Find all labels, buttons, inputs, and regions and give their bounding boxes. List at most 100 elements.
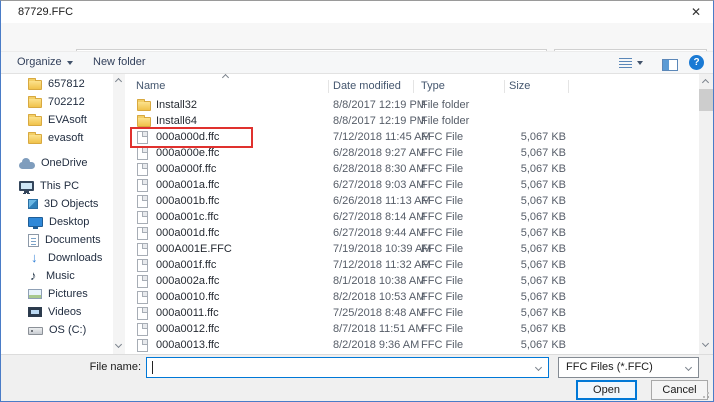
file-row[interactable]: 000a001d.ffc6/27/2018 9:44 AMFFC File5,0… [125,225,699,241]
file-type: FFC File [421,179,509,191]
file-type: File folder [421,99,509,111]
sidebar-item-3d-objects[interactable]: 3D Objects [1,195,113,213]
column-header-type[interactable]: Type [421,77,445,95]
file-list-scrollbar[interactable] [699,74,714,354]
folder-row[interactable]: Install328/8/2017 12:19 PMFile folder [125,97,699,113]
change-view-button[interactable] [619,52,643,73]
column-divider[interactable] [568,80,569,93]
sidebar-item-onedrive[interactable]: OneDrive [1,154,113,172]
cancel-button[interactable]: Cancel [651,380,708,400]
sidebar-item-evasoft[interactable]: EVAsoft [1,111,113,129]
sidebar-item-657812[interactable]: 657812 [1,75,113,93]
file-name-label: File name: [61,357,141,378]
file-row[interactable]: 000a001f.ffc7/12/2018 11:32 AMFFC File5,… [125,257,699,273]
file-icon [137,243,148,256]
file-type: FFC File [421,211,509,223]
file-size: 5,067 KB [509,131,566,143]
resize-grip[interactable] [707,396,709,398]
organize-button[interactable]: Organize [17,52,73,73]
sidebar-item-evasoft[interactable]: evasoft [1,129,113,147]
file-row[interactable]: 000a000f.ffc6/28/2018 8:30 AMFFC File5,0… [125,161,699,177]
column-header-date-modified[interactable]: Date modified [333,77,401,95]
column-divider[interactable] [413,80,414,93]
sidebar-item-os-c[interactable]: OS (C:) [1,321,113,339]
file-icon [137,259,148,272]
file-row[interactable]: 000a001b.ffc6/26/2018 11:13 AMFFC File5,… [125,193,699,209]
pictures-icon [28,289,42,299]
sidebar-item-702212[interactable]: 702212 [1,93,113,111]
drive-icon [28,327,43,335]
file-name: 000a001b.ffc [156,195,333,207]
file-icon [137,227,148,240]
annotation-highlight-box [130,127,253,148]
downloads-icon [28,251,42,265]
file-name: 000a0010.ffc [156,291,333,303]
file-size: 5,067 KB [509,323,566,335]
file-row[interactable]: 000a002a.ffc8/1/2018 10:38 AMFFC File5,0… [125,273,699,289]
file-size: 5,067 KB [509,147,566,159]
sidebar-item-pictures[interactable]: Pictures [1,285,113,303]
sidebar-item-music[interactable]: Music [1,267,113,285]
file-row[interactable]: 000a0011.ffc7/25/2018 8:48 AMFFC File5,0… [125,305,699,321]
row-icon-cell [125,323,156,336]
scroll-down-icon[interactable] [115,341,122,348]
close-button[interactable]: ✕ [681,2,711,22]
file-row[interactable]: 000A001E.FFC7/19/2018 10:39 AMFFC File5,… [125,241,699,257]
date-modified: 6/28/2018 8:30 AM [333,163,421,175]
caret-down-icon [637,61,643,65]
sidebar-item-this-pc[interactable]: This PC [1,177,113,195]
chevron-down-icon[interactable] [535,364,542,371]
row-icon-cell [125,115,156,127]
file-row[interactable]: 000a001c.ffc6/27/2018 8:14 AMFFC File5,0… [125,209,699,225]
scroll-up-icon[interactable] [702,79,709,86]
file-name: 000a000e.ffc [156,147,333,159]
sidebar-item-desktop[interactable]: Desktop [1,213,113,231]
sidebar-item-label: OS (C:) [49,324,86,336]
file-type-filter-value: FFC Files (*.FFC) [566,361,653,373]
date-modified: 8/2/2018 10:53 AM [333,291,421,303]
scroll-up-icon[interactable] [115,78,122,85]
new-folder-button[interactable]: New folder [93,52,146,73]
file-icon [137,163,148,176]
column-divider[interactable] [328,80,329,93]
file-name: 000a001d.ffc [156,227,333,239]
row-icon-cell [125,307,156,320]
preview-pane-button[interactable] [662,54,678,75]
date-modified: 8/1/2018 10:38 AM [333,275,421,287]
help-button[interactable]: ? [689,55,704,70]
column-header-name[interactable]: Name [136,77,165,95]
footer: File name: FFC Files (*.FFC) Open Cancel [1,354,713,402]
scrollbar-thumb[interactable] [699,89,714,111]
videos-icon [28,307,42,317]
dialog-title: 87729.FFC [18,1,73,23]
file-type: FFC File [421,243,509,255]
sidebar-scrollbar[interactable] [113,74,125,354]
file-row[interactable]: 000a001a.ffc6/27/2018 9:03 AMFFC File5,0… [125,177,699,193]
documents-icon [28,234,39,247]
column-divider[interactable] [504,80,505,93]
file-row[interactable]: 000a0010.ffc8/2/2018 10:53 AMFFC File5,0… [125,289,699,305]
folder-icon [28,80,42,90]
sidebar-item-videos[interactable]: Videos [1,303,113,321]
file-row[interactable]: 000a0013.ffc8/2/2018 9:36 AMFFC File5,06… [125,337,699,353]
sidebar-item-downloads[interactable]: Downloads [1,249,113,267]
file-name-input[interactable] [151,359,526,376]
new-folder-label: New folder [93,52,146,73]
file-name: 000a001f.ffc [156,259,333,271]
folder-icon [28,98,42,108]
file-size: 5,067 KB [509,243,566,255]
file-row[interactable]: 000a0012.ffc8/7/2018 11:51 AMFFC File5,0… [125,321,699,337]
row-icon-cell [125,179,156,192]
column-header-size[interactable]: Size [509,77,530,95]
file-size: 5,067 KB [509,339,566,351]
file-name: 000a000f.ffc [156,163,333,175]
file-name-combo [146,357,549,378]
sidebar-item-documents[interactable]: Documents [1,231,113,249]
file-name: 000a001c.ffc [156,211,333,223]
file-type-filter-dropdown[interactable]: FFC Files (*.FFC) [558,357,699,378]
scroll-down-icon[interactable] [702,340,709,347]
navigation-bar: ← → ↑ This PCOS (C:)EVAEVAselect ↻ [1,23,713,51]
file-type: FFC File [421,227,509,239]
date-modified: 7/25/2018 8:48 AM [333,307,421,319]
open-button[interactable]: Open [576,380,637,400]
